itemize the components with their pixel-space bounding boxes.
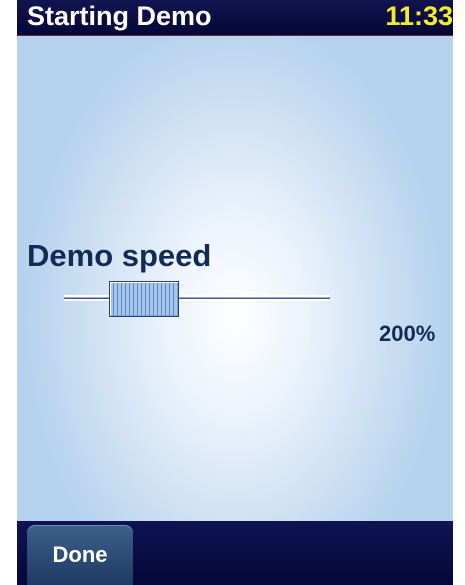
- demo-speed-label: Demo speed: [27, 238, 212, 273]
- screen-title: Starting Demo: [27, 1, 212, 31]
- clock: 11:33: [385, 1, 453, 31]
- demo-speed-slider-track[interactable]: [64, 295, 330, 301]
- demo-speed-value: 200%: [379, 321, 436, 346]
- demo-screen: Starting Demo 11:33 Demo speed 200% Done: [17, 0, 453, 585]
- title-bar: Starting Demo 11:33: [17, 0, 453, 36]
- settings-panel: Demo speed 200%: [17, 36, 453, 521]
- demo-speed-slider-thumb[interactable]: [108, 281, 179, 317]
- done-button[interactable]: Done: [27, 525, 133, 585]
- bottom-bar: Done: [17, 521, 453, 585]
